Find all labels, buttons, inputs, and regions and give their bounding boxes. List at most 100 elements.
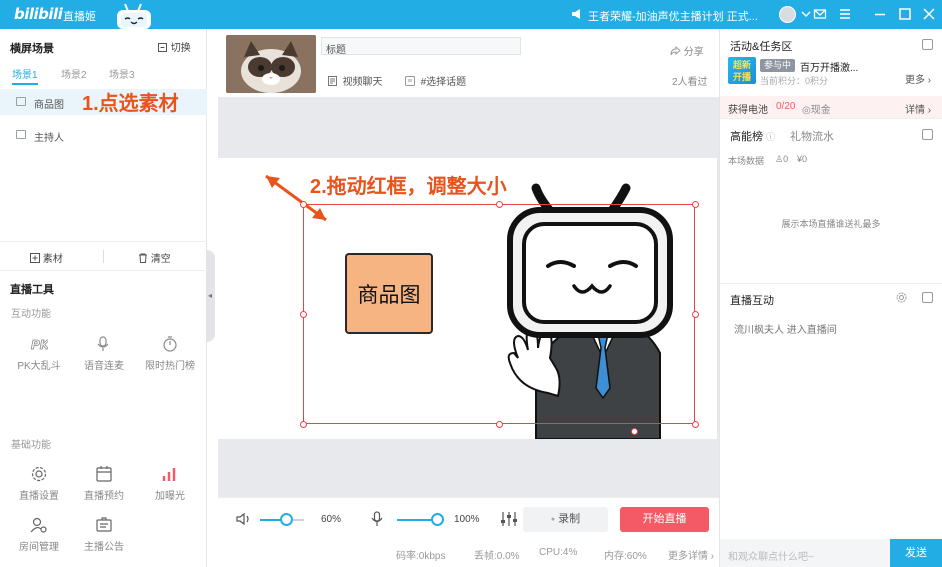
details-label: 详情 (905, 105, 925, 116)
share-button[interactable]: 分享 (670, 43, 704, 58)
collapse-handle[interactable]: ◂ (207, 250, 215, 342)
category-label: 视频聊天 (342, 77, 383, 88)
tool-voice-link[interactable]: 语音连麦 (74, 335, 134, 372)
tab-scene-3[interactable]: 场景3 (109, 66, 135, 81)
send-button[interactable]: 发送 (890, 539, 942, 567)
gear-icon[interactable] (896, 292, 907, 303)
tab-rank[interactable]: 高能榜 ⓘ (730, 128, 775, 144)
divider (103, 250, 104, 263)
topic-selector[interactable]: #选择话题 (405, 73, 466, 88)
title-input[interactable]: 标题 (321, 37, 521, 56)
source-item-host[interactable]: 主持人 (0, 122, 207, 148)
resize-handle-bl[interactable] (300, 421, 307, 428)
joined-badge: 参与中 (760, 59, 796, 72)
scene-title: 横屏场景 (10, 43, 54, 55)
add-source-button[interactable]: 素材 (30, 250, 63, 265)
tool-label: 房间管理 (19, 542, 59, 553)
more-activities-link[interactable]: 更多 › (905, 71, 931, 86)
interactive-section-label: 互动功能 (11, 309, 51, 320)
stream-info-bar: 标题 视频聊天 #选择话题 分享 2人看过 (218, 29, 719, 97)
topic-icon (405, 76, 415, 86)
mic-percent: 100% (454, 514, 480, 525)
more-label: 更多 (905, 75, 925, 86)
chat-message: 流川枫夫人 进入直播间 (734, 325, 837, 336)
more-details-link[interactable]: 更多详情 › (668, 547, 714, 562)
cover-image[interactable] (226, 35, 316, 93)
record-dot-icon: ● (550, 516, 556, 523)
divider (720, 283, 942, 284)
tool-pk[interactable]: PK PK大乱斗 (9, 335, 69, 372)
close-icon[interactable] (922, 7, 936, 21)
calendar-icon (96, 466, 112, 482)
announcement-text[interactable]: 王者荣耀-加油声优主播计划 正式... (588, 8, 758, 24)
microphone-icon[interactable] (371, 511, 383, 527)
left-panel: 横屏场景 切换 场景1 场景2 场景3 商品图 1.点选素材 主持人 素材 清空… (0, 29, 207, 567)
mic-slider-knob[interactable] (431, 513, 444, 526)
frame-drop-stat: 丢帧:0.0% (474, 551, 520, 562)
basic-section-label: 基础功能 (11, 440, 51, 451)
bilibili-logo: bilibili (14, 5, 63, 23)
popout-icon[interactable] (922, 292, 933, 303)
share-icon (670, 45, 681, 56)
resize-handle-l[interactable] (300, 311, 307, 318)
details-link[interactable]: 详情 › (905, 101, 931, 116)
resize-handle-t[interactable] (496, 201, 503, 208)
chevron-left-icon: ◂ (208, 291, 213, 300)
session-label: 本场数据 (728, 156, 765, 166)
product-image-source[interactable]: 商品图 (345, 253, 433, 334)
avatar[interactable] (779, 6, 796, 23)
resize-handle-b[interactable] (496, 421, 503, 428)
minimize-icon[interactable] (873, 7, 887, 21)
mixer-icon[interactable] (500, 511, 518, 527)
tab-scene-1[interactable]: 场景1 (12, 66, 38, 85)
battery-label: 获得电池 (728, 105, 768, 116)
clear-label: 清空 (150, 254, 171, 265)
record-button[interactable]: ● 录制 (523, 507, 608, 532)
switch-button[interactable]: 切换 (157, 39, 191, 54)
rank-tab-label: 高能榜 (730, 131, 763, 143)
source-actions: 素材 清空 (0, 241, 207, 271)
dropdown-icon[interactable] (799, 7, 813, 21)
cash-label: ◎现金 (802, 105, 831, 116)
scene-tabs: 场景1 场景2 场景3 (0, 63, 207, 85)
clear-button[interactable]: 清空 (138, 250, 171, 265)
app-name: 直播姬 (63, 11, 96, 23)
promo-name[interactable]: 百万开播激... (800, 59, 858, 74)
resize-handle-tl[interactable] (300, 201, 307, 208)
chat-input[interactable]: 和观众聊点什么吧~ (720, 539, 890, 567)
maximize-icon[interactable] (898, 7, 912, 21)
start-live-button[interactable]: 开始直播 (620, 507, 709, 532)
add-source-label: 素材 (42, 254, 63, 265)
annotation-step-2: 2.拖动红框，调整大小 (310, 176, 507, 198)
tool-live-schedule[interactable]: 直播预约 (74, 465, 134, 502)
resize-handle-r[interactable] (692, 311, 699, 318)
share-label: 分享 (683, 47, 704, 58)
switch-icon (158, 43, 167, 52)
mascot-icon (117, 3, 151, 29)
divider (720, 118, 942, 119)
cat-photo (226, 35, 316, 93)
tool-boost-exposure[interactable]: 加曝光 (140, 465, 200, 502)
speaker-icon[interactable] (236, 512, 252, 526)
mail-icon[interactable] (813, 7, 827, 21)
help-icon: ⓘ (766, 132, 776, 142)
promo-badge[interactable]: 超新 开播 (728, 57, 756, 84)
tool-announcement[interactable]: 主播公告 (74, 516, 134, 553)
popout-icon[interactable] (922, 39, 933, 50)
resize-handle-extra[interactable] (631, 428, 638, 435)
popout-icon[interactable] (922, 129, 933, 140)
volume-slider-knob[interactable] (280, 513, 294, 526)
tool-hot-rank[interactable]: 限时热门榜 (140, 335, 200, 372)
announcement-icon[interactable] (571, 8, 583, 20)
menu-icon[interactable] (838, 7, 852, 21)
tool-room-manage[interactable]: 房间管理 (9, 516, 69, 553)
activity-title: 活动&任务区 (730, 41, 793, 53)
resize-handle-br[interactable] (692, 421, 699, 428)
tab-scene-2[interactable]: 场景2 (61, 66, 87, 81)
resize-handle-tr[interactable] (692, 201, 699, 208)
tool-label: 直播预约 (84, 491, 124, 502)
category-selector[interactable]: 视频聊天 (328, 73, 383, 88)
tool-label: 语音连麦 (84, 361, 124, 372)
tool-live-settings[interactable]: 直播设置 (9, 465, 69, 502)
tab-gift-flow[interactable]: 礼物流水 (790, 128, 834, 144)
